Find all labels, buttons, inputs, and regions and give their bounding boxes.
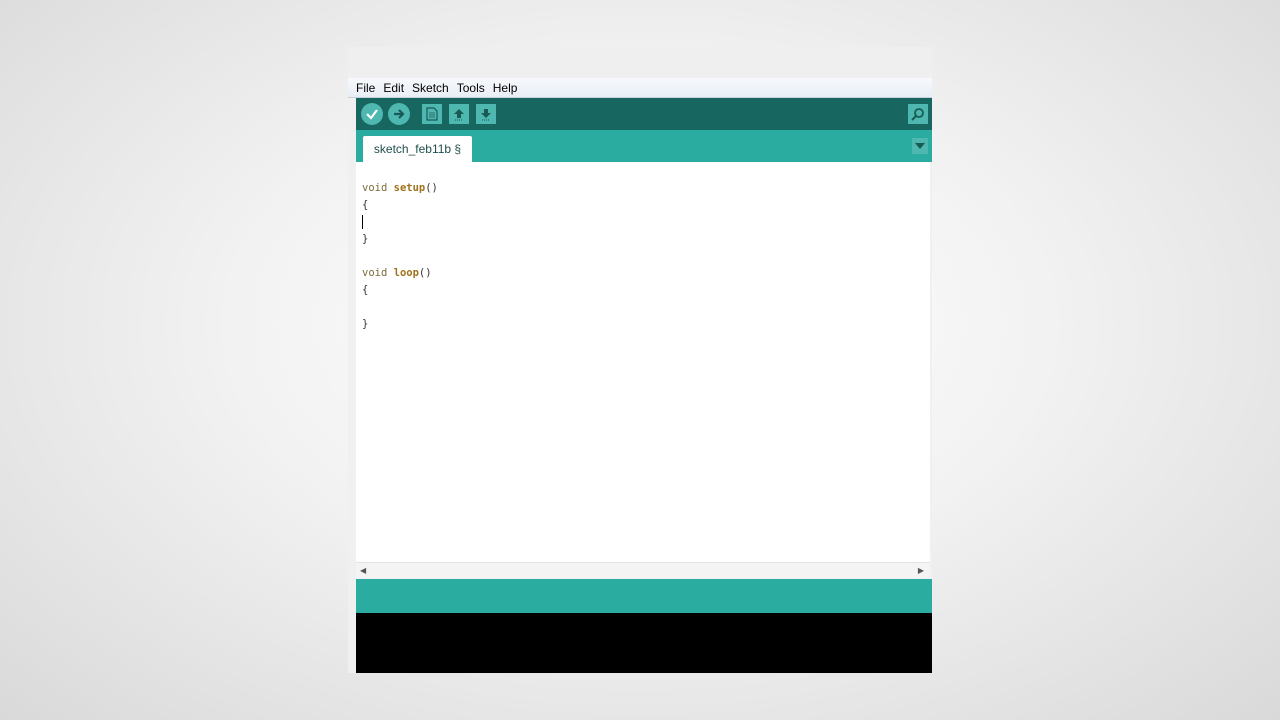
save-button[interactable] <box>476 104 496 124</box>
console-output <box>356 613 932 673</box>
arrow-right-icon <box>394 109 405 119</box>
horizontal-scrollbar[interactable]: ◀ ▶ <box>356 562 930 578</box>
document-icon <box>426 107 438 121</box>
function-setup: setup <box>393 182 426 194</box>
upload-button[interactable] <box>388 103 410 125</box>
menu-tools[interactable]: Tools <box>457 81 485 95</box>
parens: () <box>425 182 438 194</box>
code-editor[interactable]: void setup() { } void loop() { } <box>356 162 930 562</box>
title-bar <box>348 47 932 78</box>
new-button[interactable] <box>422 104 442 124</box>
arrow-down-icon <box>481 109 491 121</box>
code-line-close-brace: } <box>362 318 369 330</box>
code-line-loop: void loop() <box>362 265 438 282</box>
code-line-cursor <box>362 214 438 231</box>
tab-menu-button[interactable] <box>912 138 928 154</box>
tab-label: sketch_feb11b § <box>373 142 462 156</box>
tab-sketch[interactable]: sketch_feb11b § <box>363 136 472 162</box>
serial-monitor-button[interactable] <box>908 104 928 124</box>
scroll-right-icon[interactable]: ▶ <box>918 566 924 575</box>
text-cursor <box>362 215 363 229</box>
triangle-down-icon <box>915 143 925 149</box>
keyword-void: void <box>362 182 388 194</box>
magnifier-icon <box>911 108 924 121</box>
code-line-close-brace: } <box>362 233 369 245</box>
arduino-ide-window: File Edit Sketch Tools Help sketch_feb11… <box>348 47 932 673</box>
code-line-open-brace: { <box>362 284 369 296</box>
tab-bar: sketch_feb11b § <box>356 130 932 162</box>
parens: () <box>418 267 432 279</box>
scroll-left-icon[interactable]: ◀ <box>360 566 366 575</box>
keyword-void: void <box>362 267 388 279</box>
checkmark-icon <box>366 109 378 120</box>
toolbar <box>356 98 932 130</box>
menu-file[interactable]: File <box>356 81 375 95</box>
code-text: void setup() { } void loop() { } <box>362 180 438 333</box>
code-line-open-brace: { <box>362 199 369 211</box>
menu-help[interactable]: Help <box>493 81 518 95</box>
verify-button[interactable] <box>361 103 383 125</box>
menu-bar: File Edit Sketch Tools Help <box>348 78 932 98</box>
menu-sketch[interactable]: Sketch <box>412 81 449 95</box>
code-line-setup: void setup() <box>362 180 438 197</box>
open-button[interactable] <box>449 104 469 124</box>
menu-edit[interactable]: Edit <box>383 81 404 95</box>
function-loop: loop <box>393 267 419 279</box>
status-bar <box>356 579 932 613</box>
arrow-up-icon <box>454 109 464 121</box>
